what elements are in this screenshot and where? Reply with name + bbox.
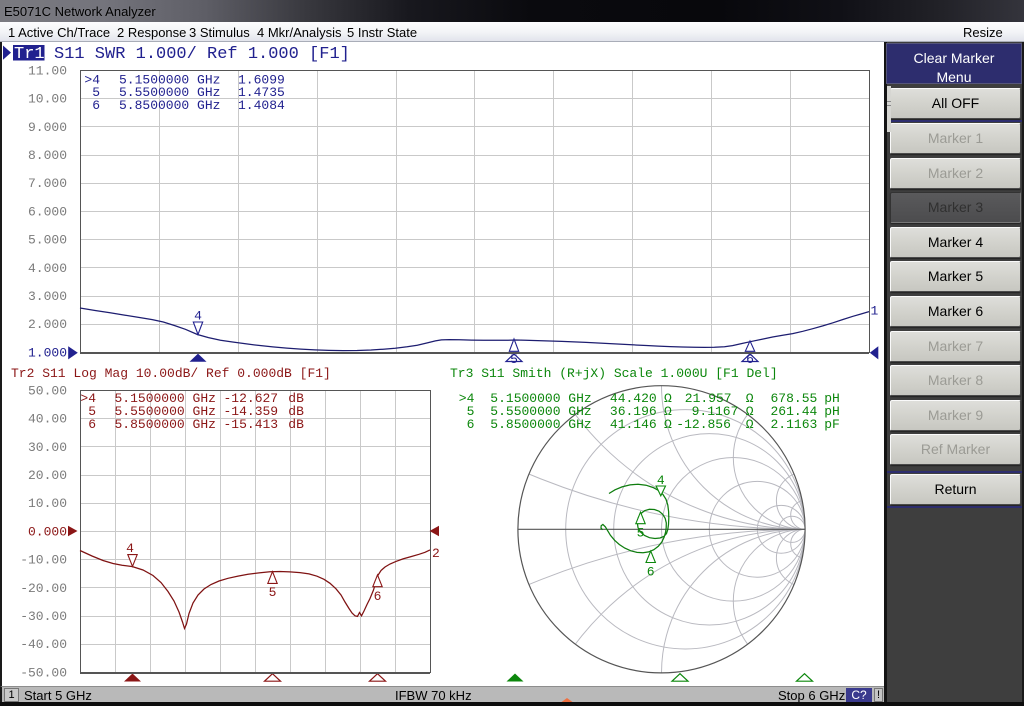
svg-text:5.8500000 GHz: 5.8500000 GHz [115,417,216,432]
svg-text:6: 6 [746,352,754,367]
svg-text:S11 SWR 1.000/ Ref 1.000 [F1]: S11 SWR 1.000/ Ref 1.000 [F1] [54,45,350,64]
svg-text:1.000: 1.000 [28,345,67,360]
svg-text:Ω: Ω [746,417,754,432]
svg-text:5: 5 [510,352,518,367]
svg-text:4: 4 [194,309,202,324]
svg-text:6: 6 [92,98,100,113]
svg-text:2.1163: 2.1163 [771,417,818,432]
svg-text:6: 6 [467,417,475,432]
svg-text:5.8500000 GHz: 5.8500000 GHz [119,98,220,113]
svg-text:9.000: 9.000 [28,120,67,135]
svg-text:4: 4 [126,541,134,556]
svg-text:5: 5 [637,526,645,541]
svg-text:5: 5 [269,585,277,600]
svg-text:Tr1: Tr1 [14,45,45,64]
svg-text:10.00: 10.00 [28,496,67,511]
svg-text:pF: pF [824,417,840,432]
svg-text:8.000: 8.000 [28,148,67,163]
svg-text:7.000: 7.000 [28,176,67,191]
svg-text:2: 2 [432,546,440,561]
svg-text:50.00: 50.00 [28,383,67,398]
svg-text:Ω: Ω [664,417,672,432]
svg-text:-12.856: -12.856 [676,417,731,432]
svg-text:Tr3 S11 Smith (R+jX) Scale 1.0: Tr3 S11 Smith (R+jX) Scale 1.000U [F1 De… [450,366,778,381]
svg-text:3.000: 3.000 [28,289,67,304]
svg-text:dB: dB [288,417,304,432]
svg-text:40.00: 40.00 [28,412,67,427]
svg-text:10.00: 10.00 [28,92,67,107]
svg-text:5.8500000 GHz: 5.8500000 GHz [490,417,591,432]
svg-text:0.000: 0.000 [28,524,67,539]
svg-text:-15.413: -15.413 [224,417,279,432]
svg-text:41.146: 41.146 [610,417,657,432]
svg-text:-20.00: -20.00 [20,581,67,596]
svg-text:6: 6 [88,417,96,432]
svg-text:5.000: 5.000 [28,233,67,248]
svg-text:4.000: 4.000 [28,261,67,276]
svg-text:-50.00: -50.00 [20,665,67,680]
svg-text:30.00: 30.00 [28,440,67,455]
svg-text:1.4084: 1.4084 [238,98,285,113]
svg-text:11.00: 11.00 [28,63,67,78]
svg-text:20.00: 20.00 [28,468,67,483]
svg-text:-10.00: -10.00 [20,553,67,568]
svg-text:2.000: 2.000 [28,317,67,332]
svg-text:6: 6 [647,565,655,580]
svg-text:1: 1 [871,304,879,319]
svg-text:6: 6 [374,589,382,604]
svg-text:-30.00: -30.00 [20,609,67,624]
svg-text:-40.00: -40.00 [20,637,67,652]
svg-text:6.000: 6.000 [28,204,67,219]
svg-text:Tr2 S11 Log Mag 10.00dB/ Ref 0: Tr2 S11 Log Mag 10.00dB/ Ref 0.000dB [F1… [11,366,331,381]
